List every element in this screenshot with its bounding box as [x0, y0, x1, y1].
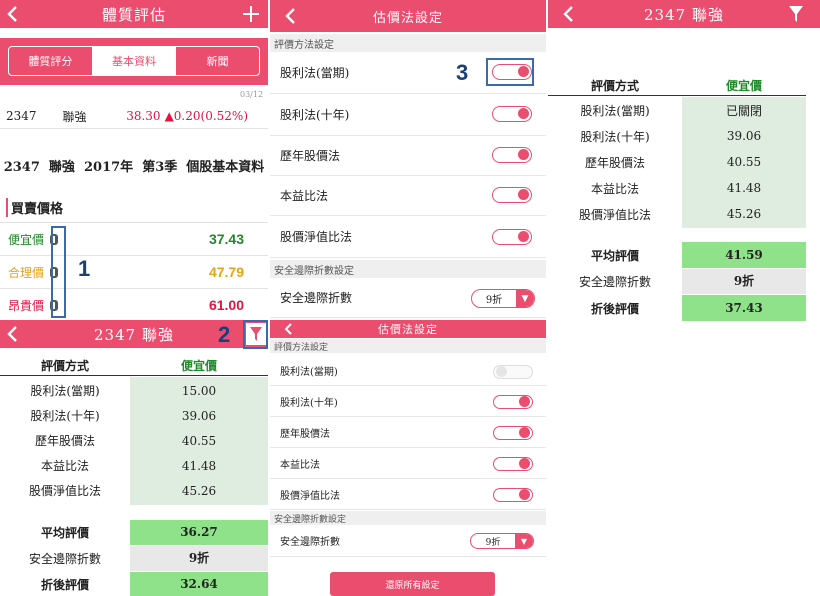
quote-date: 03/12	[240, 90, 264, 99]
table-row: 本益比法 41.48	[590, 181, 762, 196]
tab-news[interactable]: 新聞	[175, 47, 259, 75]
final-row: 折後評價 37.43	[548, 295, 806, 321]
info-title: 2347 聯強 2017年 第3季 個股基本資料	[3, 160, 265, 175]
annotation-box-2	[243, 320, 268, 349]
price-row-expensive[interactable]: 昂貴價 61.00	[0, 290, 268, 320]
chevron-left-icon[interactable]	[284, 320, 294, 338]
stock-price: 38.30	[126, 109, 161, 123]
tab-score[interactable]: 體質評分	[9, 47, 92, 75]
page-title: 估價法設定	[372, 10, 443, 26]
table-row: 股價淨值比法 45.26	[578, 207, 762, 222]
page-title: 2347 聯強	[94, 325, 174, 344]
annotation-box-1	[51, 226, 66, 318]
page-title: 估價法設定	[378, 323, 438, 336]
table-row: 歷年股價法 40.55	[34, 433, 217, 449]
toggle-switch[interactable]	[493, 488, 533, 502]
price-value: 61.00	[208, 297, 244, 313]
settings-header: 估價法設定	[270, 0, 546, 32]
toggle-switch[interactable]	[493, 365, 533, 379]
page-title: 2347 聯強	[644, 5, 724, 24]
table-row: 本益比法 41.48	[40, 458, 217, 474]
eval-table: 評價方式 便宜價 股利法(當期) 已關閉 股利法(十年) 39.06 歷年股價法…	[548, 70, 820, 326]
toggle-switch[interactable]	[493, 395, 533, 409]
avg-row: 平均評價 41.59	[548, 242, 806, 268]
discount-select[interactable]: 9折 ▼	[471, 289, 535, 308]
section-header-methods: 評價方法設定	[270, 339, 546, 353]
chevron-left-icon[interactable]	[284, 0, 298, 32]
toggle-switch[interactable]	[492, 187, 532, 203]
discount-select[interactable]: 9折 ▼	[470, 533, 534, 549]
toggle-switch[interactable]	[493, 426, 533, 440]
up-arrow-icon: ▲	[164, 109, 174, 123]
annotation-number-3: 3	[456, 60, 469, 85]
page-title: 體質評估	[101, 5, 166, 24]
section-title: 買賣價格	[6, 198, 63, 217]
plus-icon[interactable]	[242, 0, 260, 28]
col-header-method: 評價方式	[40, 359, 89, 373]
chevron-down-icon: ▼	[515, 534, 533, 548]
chevron-left-icon[interactable]	[6, 320, 20, 348]
tab-basic-info[interactable]: 基本資料	[91, 47, 176, 75]
toggle-switch[interactable]	[492, 106, 532, 122]
price-value: 37.43	[208, 231, 244, 247]
toggle-switch[interactable]	[492, 147, 532, 163]
stock-change: 0.20(0.52%)	[173, 109, 248, 123]
col-header-value: 便宜價	[725, 79, 762, 93]
table-row: 股價淨值比法 45.26	[28, 483, 217, 499]
table-row: 股利法(十年) 39.06	[30, 408, 217, 424]
table-row: 歷年股價法 40.55	[584, 155, 762, 170]
valuation-header: 體質評估	[0, 0, 268, 28]
price-value: 47.79	[208, 264, 244, 280]
stock-name: 聯強	[62, 109, 87, 124]
eval-table: 評價方式 便宜價 股利法(當期) 15.00 股利法(十年) 39.06 歷年股…	[0, 350, 268, 596]
section-header-margin: 安全邊際折數設定	[270, 260, 546, 278]
avg-row: 平均評價 36.27	[0, 520, 268, 545]
col-header-method: 評價方式	[590, 79, 639, 93]
price-row-cheap[interactable]: 便宜價 37.43	[0, 224, 268, 254]
settings-header: 估價法設定	[270, 320, 546, 338]
annotation-number-2: 2	[218, 322, 231, 347]
stock-code: 2347	[6, 109, 37, 123]
table-row: 股利法(當期) 已關閉	[580, 103, 762, 118]
margin-row: 安全邊際折數 9折	[548, 269, 806, 294]
annotation-number-1: 1	[78, 256, 91, 281]
margin-row: 安全邊際折數 9折	[0, 546, 268, 571]
filter-icon[interactable]	[788, 0, 804, 28]
chevron-down-icon: ▼	[516, 290, 534, 307]
final-row: 折後評價 32.64	[0, 572, 268, 596]
eval-header: 2347 聯強	[548, 0, 820, 28]
table-row: 股利法(當期) 15.00	[30, 383, 217, 399]
chevron-left-icon[interactable]	[562, 0, 576, 28]
section-header-methods: 評價方法設定	[270, 34, 546, 52]
quote-row: 2347 聯強 38.30 ▲ 0.20(0.52%)	[0, 104, 268, 128]
col-header-value: 便宜價	[180, 359, 217, 373]
chevron-left-icon[interactable]	[6, 0, 20, 28]
toggle-switch[interactable]	[492, 229, 532, 245]
reset-button[interactable]: 還原所有設定	[330, 572, 495, 596]
section-header-margin: 安全邊際折數設定	[270, 511, 546, 525]
annotation-box-3	[486, 58, 534, 86]
toggle-switch[interactable]	[493, 457, 533, 471]
table-row: 股利法(十年) 39.06	[580, 129, 762, 144]
price-row-fair[interactable]: 合理價 47.79	[0, 257, 268, 287]
tab-bar: 體質評分 基本資料 新聞	[0, 38, 268, 85]
